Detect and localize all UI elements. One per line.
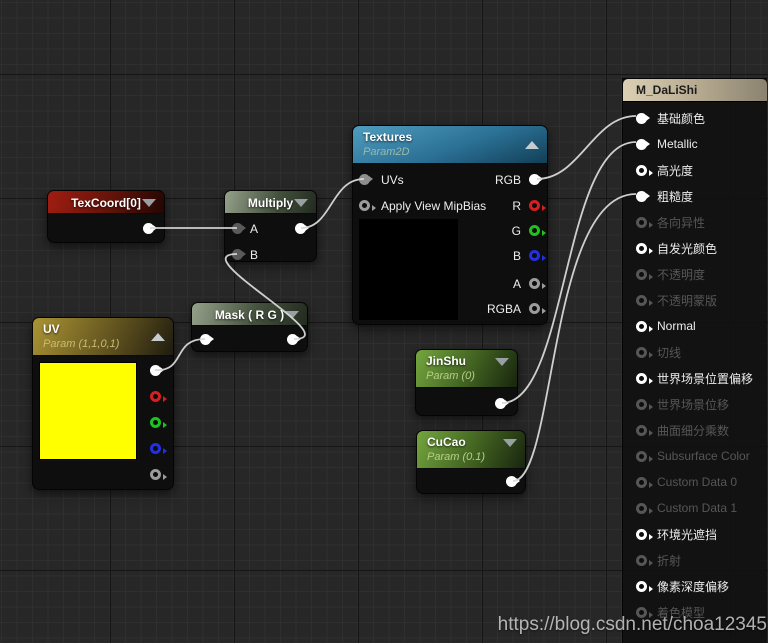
pin-multiply-out[interactable]: [295, 223, 309, 234]
pin-uv-r[interactable]: [150, 391, 167, 402]
node-multiply-header[interactable]: Multiply: [225, 191, 316, 214]
output-row-custom-data-0: Custom Data 0: [623, 469, 767, 495]
pin-world-position-offset[interactable]: [636, 372, 653, 384]
pin-uv-g[interactable]: [150, 417, 167, 428]
pin-mask-in[interactable]: [200, 334, 214, 345]
node-uv-param[interactable]: UV Param (1,1,0,1): [32, 317, 174, 490]
dropdown-arrow-icon[interactable]: [294, 199, 308, 207]
material-result-node[interactable]: M_DaLiShi 基础颜色 Metallic 高光度 粗糙度 各向异性 自发光…: [622, 78, 767, 643]
pin-textures-uvs[interactable]: [359, 174, 373, 185]
texture-preview: [359, 219, 458, 320]
node-mask-header[interactable]: Mask ( R G ): [192, 303, 307, 326]
pin-ambient-occlusion[interactable]: [636, 528, 653, 540]
watermark-text: https://blog.csdn.net/choa12345: [497, 614, 767, 635]
output-row-pixel-depth-offset[interactable]: 像素深度偏移: [623, 573, 767, 599]
pin-subsurface-color: [636, 450, 653, 462]
node-cucao[interactable]: CuCao Param (0.1): [416, 430, 526, 494]
output-row-emissive[interactable]: 自发光颜色: [623, 235, 767, 261]
pin-roughness[interactable]: [636, 190, 650, 202]
pin-custom-data-0: [636, 476, 653, 488]
pin-pixel-depth-offset[interactable]: [636, 580, 653, 592]
pin-world-displacement: [636, 398, 653, 410]
output-row-tessellation: 曲面细分乘数: [623, 417, 767, 443]
dropdown-arrow-icon[interactable]: [142, 199, 156, 207]
output-row-world-displacement: 世界场景位移: [623, 391, 767, 417]
output-row-custom-data-1: Custom Data 1: [623, 495, 767, 521]
node-jinshu[interactable]: JinShu Param (0): [415, 349, 518, 416]
pin-jinshu-out[interactable]: [495, 398, 509, 409]
output-row-metallic[interactable]: Metallic: [623, 131, 767, 157]
pin-basecolor[interactable]: [636, 112, 650, 124]
pin-textures-r[interactable]: [529, 200, 546, 211]
pin-uv-rgb[interactable]: [150, 365, 164, 376]
node-uv-header[interactable]: UV Param (1,1,0,1): [33, 318, 173, 356]
pin-textures-mipbias[interactable]: [359, 200, 376, 211]
collapse-arrow-icon[interactable]: [525, 141, 539, 149]
output-row-normal[interactable]: Normal: [623, 313, 767, 339]
node-multiply[interactable]: Multiply A B: [224, 190, 317, 262]
output-row-world-position-offset[interactable]: 世界场景位置偏移: [623, 365, 767, 391]
output-row-subsurface-color: Subsurface Color: [623, 443, 767, 469]
node-jinshu-header[interactable]: JinShu Param (0): [416, 350, 517, 388]
pin-normal[interactable]: [636, 320, 653, 332]
output-row-anisotropy: 各向异性: [623, 209, 767, 235]
collapse-arrow-icon[interactable]: [151, 333, 165, 341]
node-textures-header[interactable]: Textures Param2D: [353, 126, 547, 164]
node-texcoord-header[interactable]: TexCoord[0]: [48, 191, 164, 214]
node-mask[interactable]: Mask ( R G ): [191, 302, 308, 352]
output-row-basecolor[interactable]: 基础颜色: [623, 105, 767, 131]
pin-textures-g[interactable]: [529, 225, 546, 236]
pin-metallic[interactable]: [636, 138, 650, 150]
pin-uv-a[interactable]: [150, 469, 167, 480]
pin-textures-b[interactable]: [529, 250, 546, 261]
dropdown-arrow-icon[interactable]: [503, 439, 517, 447]
pin-textures-rgba[interactable]: [529, 303, 546, 314]
pin-multiply-a[interactable]: [232, 223, 246, 234]
node-cucao-header[interactable]: CuCao Param (0.1): [417, 431, 525, 469]
pin-texcoord-out[interactable]: [143, 223, 157, 234]
dropdown-arrow-icon[interactable]: [495, 358, 509, 366]
output-row-roughness[interactable]: 粗糙度: [623, 183, 767, 209]
pin-anisotropy: [636, 216, 653, 228]
output-row-refraction: 折射: [623, 547, 767, 573]
pin-custom-data-1: [636, 502, 653, 514]
pin-textures-rgb[interactable]: [529, 174, 543, 185]
pin-mask-out[interactable]: [287, 334, 301, 345]
node-texcoord[interactable]: TexCoord[0]: [47, 190, 165, 243]
output-row-opacity: 不透明度: [623, 261, 767, 287]
pin-emissive[interactable]: [636, 242, 653, 254]
pin-uv-b[interactable]: [150, 443, 167, 454]
pin-tessellation: [636, 424, 653, 436]
pin-opacity-mask: [636, 294, 653, 306]
pin-refraction: [636, 554, 653, 566]
material-output-list: 基础颜色 Metallic 高光度 粗糙度 各向异性 自发光颜色 不透明度 不透…: [623, 102, 767, 625]
material-graph-canvas[interactable]: M_DaLiShi 基础颜色 Metallic 高光度 粗糙度 各向异性 自发光…: [0, 0, 768, 643]
pin-tangent: [636, 346, 653, 358]
dropdown-arrow-icon[interactable]: [285, 311, 299, 319]
pin-cucao-out[interactable]: [506, 476, 520, 487]
material-result-title: M_DaLiShi: [623, 79, 767, 102]
output-row-opacity-mask: 不透明蒙版: [623, 287, 767, 313]
pin-textures-a[interactable]: [529, 278, 546, 289]
output-row-tangent: 切线: [623, 339, 767, 365]
color-preview: [39, 362, 137, 460]
output-row-specular[interactable]: 高光度: [623, 157, 767, 183]
node-textures[interactable]: Textures Param2D UVs Apply View MipBias …: [352, 125, 548, 325]
output-row-ambient-occlusion[interactable]: 环境光遮挡: [623, 521, 767, 547]
pin-opacity: [636, 268, 653, 280]
pin-specular[interactable]: [636, 164, 653, 176]
pin-multiply-b[interactable]: [232, 249, 246, 260]
